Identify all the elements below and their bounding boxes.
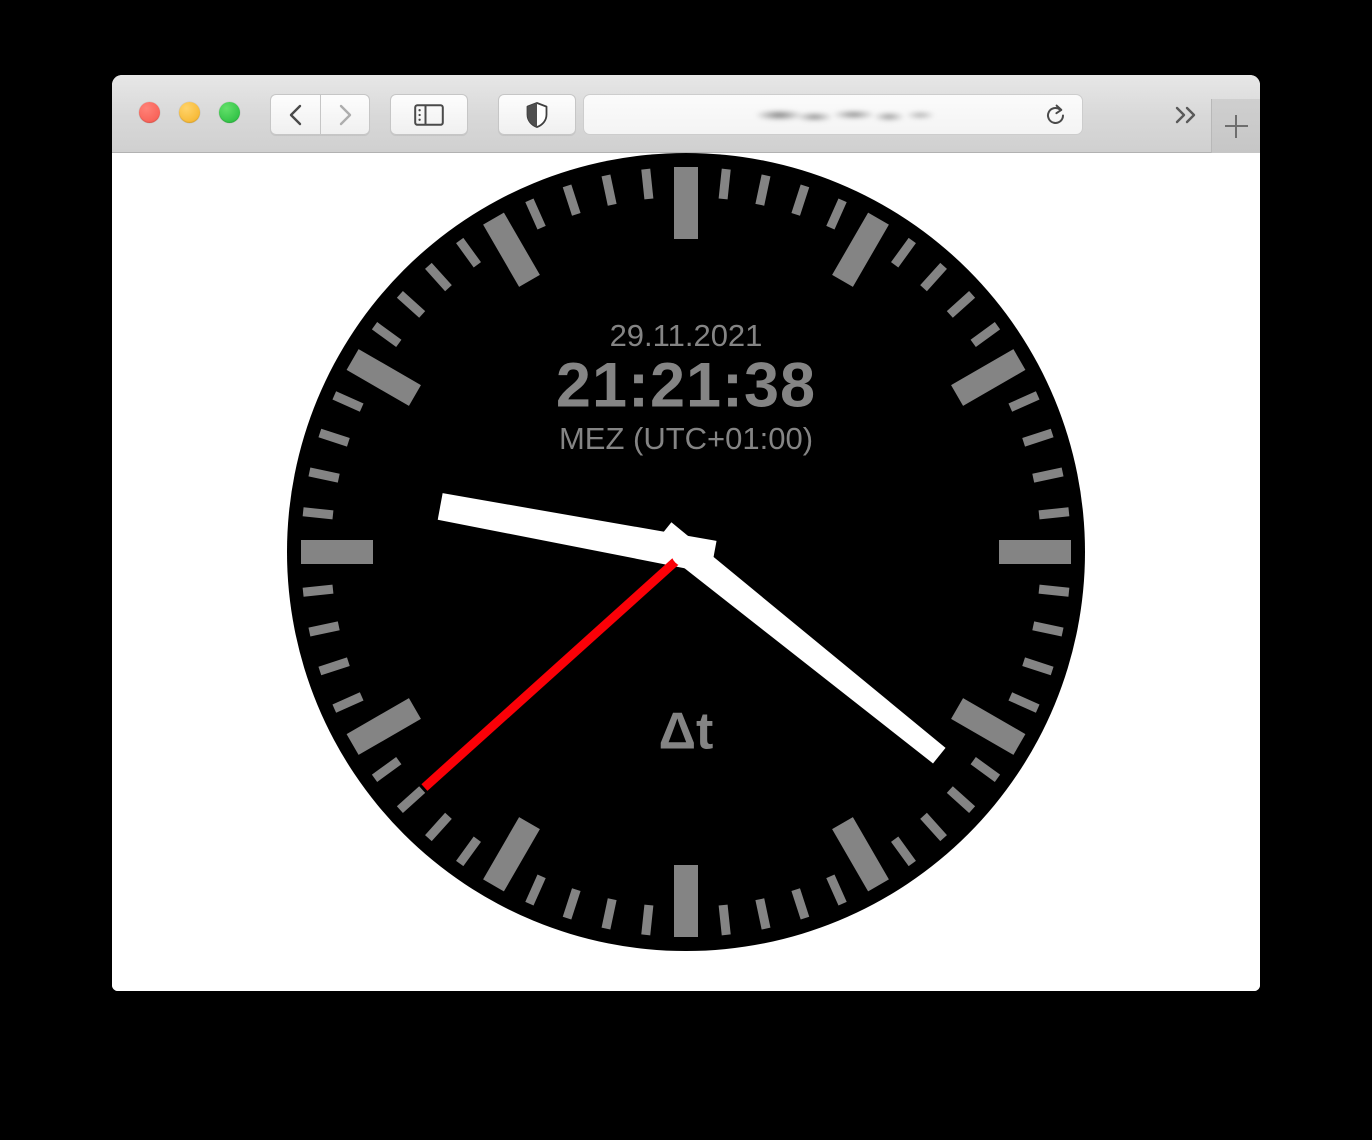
privacy-shield-icon: [526, 101, 548, 128]
new-tab-button[interactable]: [1211, 99, 1260, 153]
browser-window: 29.11.2021 21:21:38 MEZ (UTC+01:00) Δt: [112, 75, 1260, 991]
chevron-left-icon: [289, 104, 301, 125]
minimize-window-button[interactable]: [179, 102, 200, 123]
sidebar-toggle-button[interactable]: [390, 94, 468, 135]
chevron-right-icon: [339, 104, 352, 125]
browser-toolbar: [112, 75, 1260, 153]
clock-face-svg: 29.11.2021 21:21:38 MEZ (UTC+01:00) Δt: [287, 153, 1085, 951]
overflow-chevrons-icon: [1175, 106, 1196, 124]
clock-date-text: 29.11.2021: [610, 318, 763, 353]
sidebar-toggle-icon: [414, 103, 444, 126]
clock-widget: 29.11.2021 21:21:38 MEZ (UTC+01:00) Δt: [287, 153, 1085, 951]
screen: 29.11.2021 21:21:38 MEZ (UTC+01:00) Δt: [0, 0, 1372, 1140]
privacy-report-button[interactable]: [498, 94, 576, 135]
address-bar[interactable]: [583, 94, 1083, 135]
clock-timezone-text: MEZ (UTC+01:00): [559, 421, 813, 456]
reload-button[interactable]: [1043, 103, 1068, 128]
hour-tick: [999, 540, 1071, 564]
clock-center-hub: [671, 537, 701, 567]
plus-icon-vertical: [1234, 114, 1238, 138]
window-controls: [139, 102, 240, 123]
page-content: 29.11.2021 21:21:38 MEZ (UTC+01:00) Δt: [112, 153, 1260, 991]
close-window-button[interactable]: [139, 102, 160, 123]
delta-t-label: Δt: [659, 703, 714, 761]
back-button[interactable]: [270, 94, 320, 135]
toolbar-overflow-button[interactable]: [1167, 97, 1207, 133]
clock-time-text: 21:21:38: [556, 351, 816, 421]
hour-tick: [301, 540, 373, 564]
address-url-text: [744, 107, 940, 124]
hour-tick: [674, 167, 698, 239]
reload-icon: [1047, 104, 1064, 124]
forward-button[interactable]: [320, 94, 370, 135]
hour-tick: [674, 865, 698, 937]
maximize-window-button[interactable]: [219, 102, 240, 123]
